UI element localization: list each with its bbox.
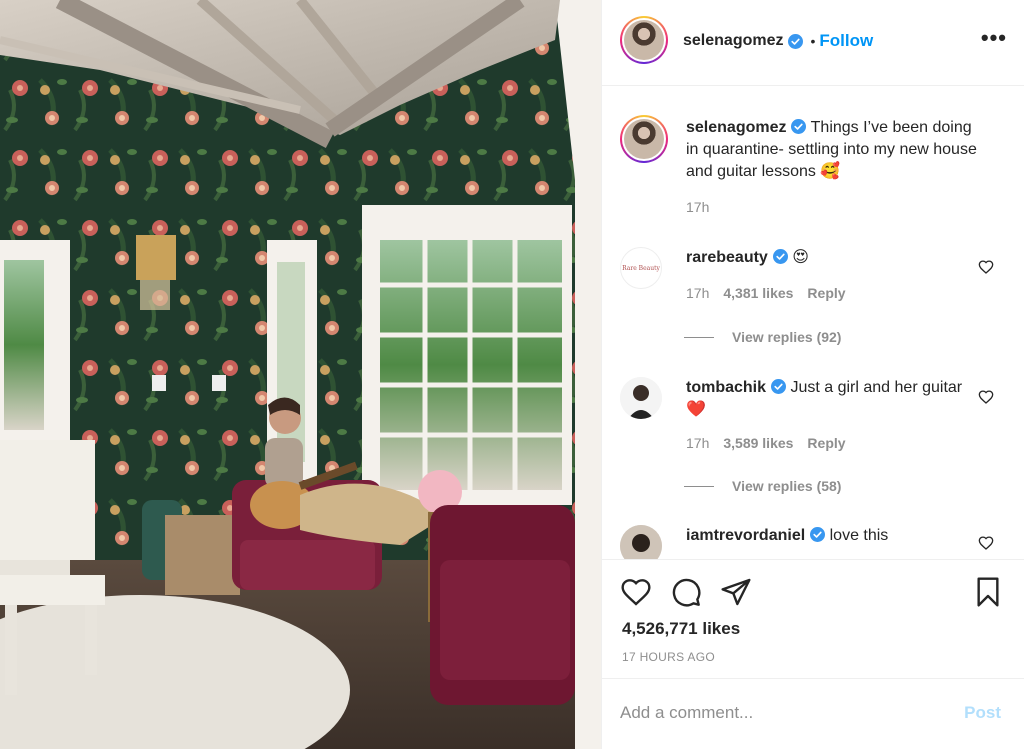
verified-badge-icon <box>810 527 826 542</box>
add-comment-form: Post <box>602 678 1024 749</box>
author-info: selenagomez • Follow <box>683 31 873 51</box>
comment-username[interactable]: iamtrevordaniel <box>686 527 805 544</box>
comment-like-icon[interactable] <box>978 259 994 275</box>
room-illustration <box>0 0 601 749</box>
view-replies-link[interactable]: View replies (58) <box>732 478 841 494</box>
avatar-photo <box>620 525 662 559</box>
comment-body: iamtrevordaniel love this <box>686 525 966 547</box>
post-photo[interactable] <box>0 0 601 749</box>
comment-meta: 17h 3,589 likes Reply <box>686 435 846 451</box>
comment-avatar[interactable]: Rare Beauty <box>620 247 662 289</box>
comment-text: love this <box>829 527 889 544</box>
rare-beauty-logo: Rare Beauty <box>622 264 660 272</box>
verified-badge-icon <box>791 119 807 134</box>
author-avatar[interactable] <box>620 16 668 64</box>
verified-badge-icon <box>771 379 787 394</box>
author-username[interactable]: selenagomez <box>683 32 783 50</box>
avatar-photo <box>620 377 662 419</box>
share-icon[interactable] <box>720 576 752 608</box>
comment-body: rarebeauty 😍 <box>686 247 966 269</box>
post-timestamp[interactable]: 17 HOURS AGO <box>622 650 715 664</box>
comment-username[interactable]: tombachik <box>686 379 766 396</box>
comment-input[interactable] <box>620 701 940 725</box>
view-replies-link[interactable]: View replies (92) <box>732 329 841 345</box>
caption-timestamp[interactable]: 17h <box>686 199 709 215</box>
verified-badge-icon <box>772 249 788 264</box>
comment-like-icon[interactable] <box>978 535 994 551</box>
reply-button[interactable]: Reply <box>807 435 845 451</box>
comment-username[interactable]: rarebeauty <box>686 249 768 266</box>
caption-username[interactable]: selenagomez <box>686 119 786 136</box>
heart-icon[interactable] <box>620 576 652 608</box>
comment-like-icon[interactable] <box>978 389 994 405</box>
caption-avatar[interactable] <box>620 115 668 163</box>
separator-dot: • <box>810 33 816 49</box>
comments-list[interactable]: selenagomez Things I’ve been doing in qu… <box>602 87 1024 559</box>
follow-button[interactable]: Follow <box>819 31 873 51</box>
caption-text-block: selenagomez Things I’ve been doing in qu… <box>686 117 986 183</box>
comment-likes[interactable]: 3,589 likes <box>723 435 793 451</box>
post-actions: 4,526,771 likes 17 HOURS AGO <box>602 559 1024 678</box>
comment-time[interactable]: 17h <box>686 285 709 301</box>
comment-likes[interactable]: 4,381 likes <box>723 285 793 301</box>
comment-avatar[interactable] <box>620 525 662 559</box>
comment-text: 😍 <box>792 249 809 266</box>
post-details-panel: selenagomez • Follow ••• selenagomez Thi… <box>601 0 1024 749</box>
comment-body: tombachik Just a girl and her guitar❤️ <box>686 377 966 421</box>
post-comment-button[interactable]: Post <box>964 703 1001 723</box>
post-header: selenagomez • Follow ••• <box>602 0 1024 86</box>
verified-badge-icon <box>788 33 804 49</box>
bookmark-icon[interactable] <box>972 576 1004 608</box>
comment-meta: 17h 4,381 likes Reply <box>686 285 846 301</box>
reply-button[interactable]: Reply <box>807 285 845 301</box>
comment-time[interactable]: 17h <box>686 435 709 451</box>
comment-icon[interactable] <box>670 576 702 608</box>
comment-avatar[interactable] <box>620 377 662 419</box>
more-options-icon[interactable]: ••• <box>981 27 1007 49</box>
post-likes-count[interactable]: 4,526,771 likes <box>622 619 740 639</box>
